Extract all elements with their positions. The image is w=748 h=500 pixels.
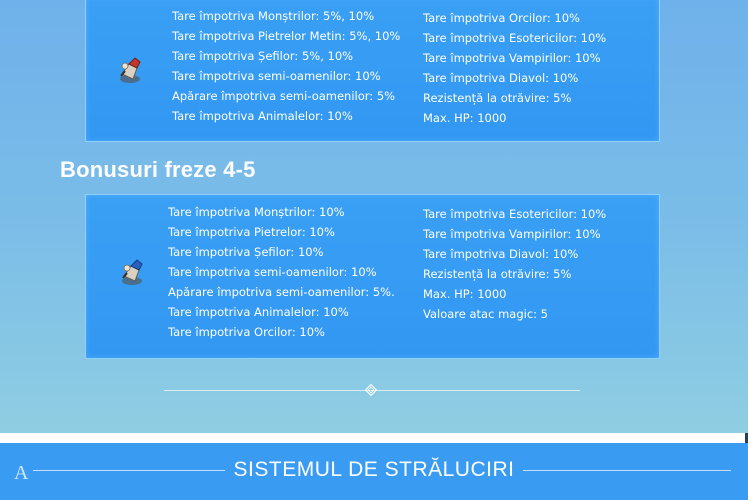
bonus-line: Tare împotriva Orcilor: 10% [168,325,325,339]
bonus-line: Tare împotriva Pietrelor: 10% [168,225,335,239]
bonus-line: Rezistență la otrăvire: 5% [423,91,572,105]
bonus-line: Tare împotriva Monștrilor: 10% [168,205,345,219]
bonus-line: Tare împotriva Pietrelor Metin: 5%, 10% [172,29,401,43]
panel2-left-column: Tare împotriva Monștrilor: 10% Tare împo… [168,202,395,342]
bonus-panel-2: Tare împotriva Monștrilor: 10% Tare împo… [85,194,660,359]
bonus-line: Valoare atac magic: 5 [423,307,549,321]
bonus-line: Apărare împotriva semi-oamenilor: 5% [172,89,396,103]
bonus-line: Tare împotriva Monștrilor: 5%, 10% [172,9,375,23]
bonus-line: Tare împotriva Vampirilor: 10% [423,51,601,65]
bonus-line: Tare împotriva Șefilor: 5%, 10% [172,49,354,63]
panel1-left-column: Tare împotriva Monștrilor: 5%, 10% Tare … [172,6,400,126]
bonus-line: Tare împotriva Orcilor: 10% [423,11,580,25]
bonus-line: Tare împotriva Vampirilor: 10% [423,227,601,241]
bonus-line: Rezistență la otrăvire: 5% [423,267,572,281]
bonus-line: Tare împotriva Esotericilor: 10% [423,31,607,45]
panel1-right-column: Tare împotriva Orcilor: 10% Tare împotri… [423,8,606,128]
bonus-line: Tare împotriva Șefilor: 10% [168,245,324,259]
enchanted-item-blue-icon [122,259,143,285]
bonus-line: Tare împotriva semi-oamenilor: 10% [168,265,377,279]
bonus-line: Apărare împotriva semi-oamenilor: 5%. [168,285,395,299]
bonus-line: Tare împotriva Esotericilor: 10% [423,207,607,221]
bonus-line: Tare împotriva Diavol: 10% [423,247,579,261]
bonus-line: Max. HP: 1000 [423,111,507,125]
bonus-panel-1: Tare împotriva Monștrilor: 5%, 10% Tare … [85,0,660,142]
section-separator-band [0,433,748,443]
panel2-right-column: Tare împotriva Esotericilor: 10% Tare îm… [423,204,606,324]
enchanted-item-red-icon [120,57,141,83]
bonus-line: Max. HP: 1000 [423,287,507,301]
bonus-line: Tare împotriva semi-oamenilor: 10% [172,69,381,83]
section-heading: Bonusuri freze 4-5 [60,157,256,182]
bonus-line: Tare împotriva Diavol: 10% [423,71,579,85]
bonus-line: Tare împotriva Animalelor: 10% [168,305,349,319]
section-title-bar: A SISTEMUL DE STRĂLUCIRI [0,443,748,500]
section-title: SISTEMUL DE STRĂLUCIRI [233,458,515,481]
bonus-line: Tare împotriva Animalelor: 10% [172,109,353,123]
diamond-ornament-icon [365,384,377,396]
